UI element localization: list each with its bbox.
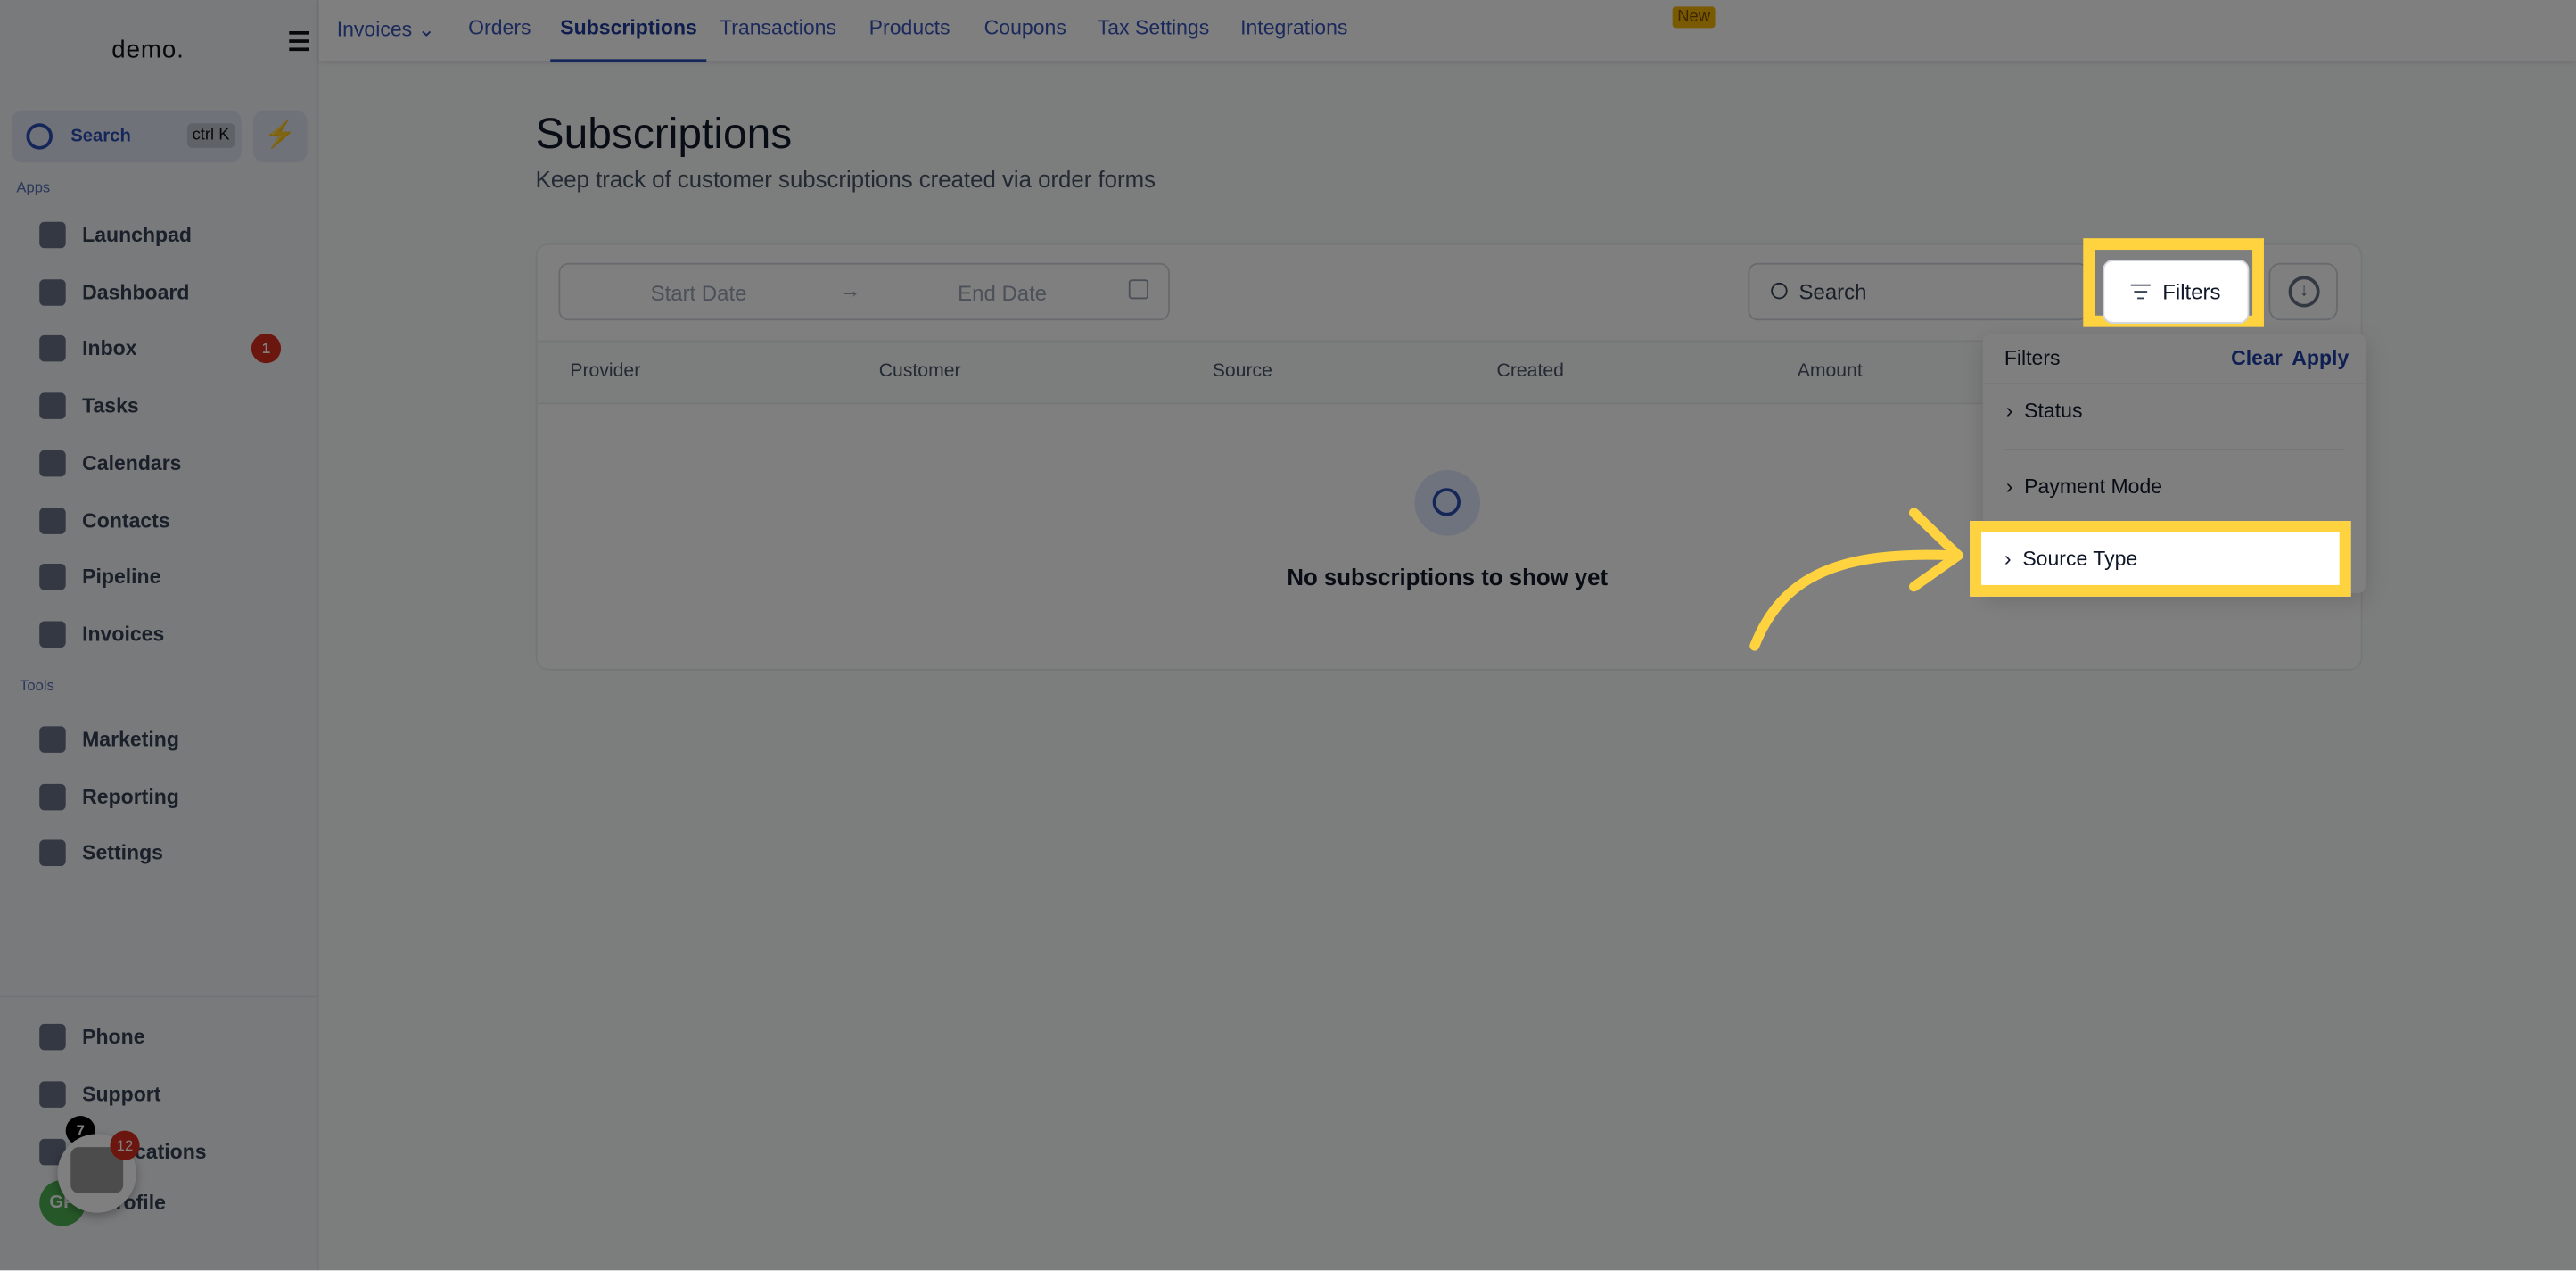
callout-arrow xyxy=(1749,508,1963,651)
screen: demo. Search ctrl K ⚡ Apps Tools Launchp… xyxy=(0,0,2576,1271)
